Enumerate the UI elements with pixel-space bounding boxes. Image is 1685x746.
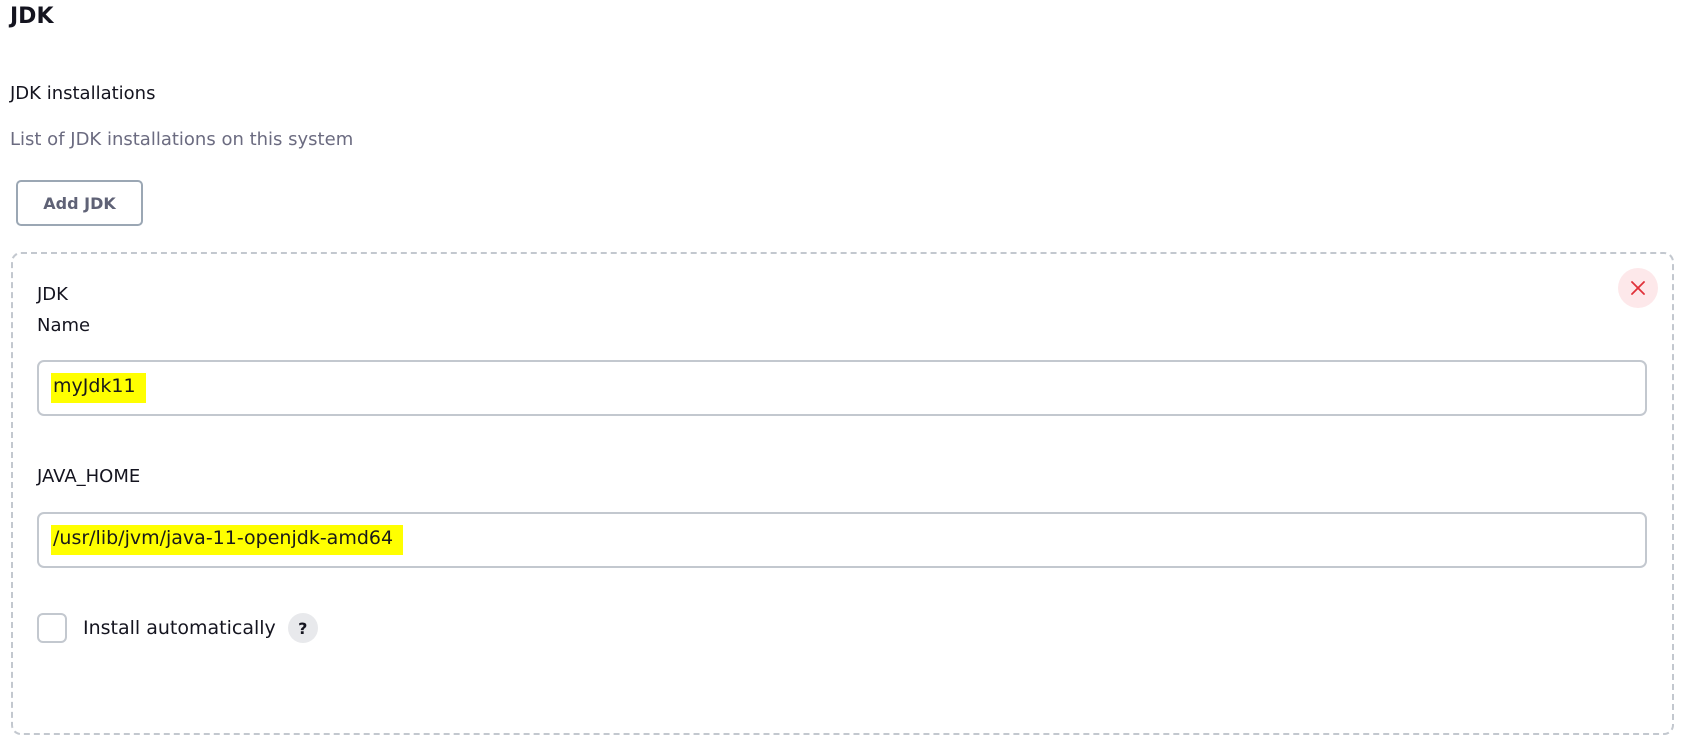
jdk-entry-heading: JDK — [37, 284, 68, 305]
close-icon — [1631, 281, 1645, 295]
install-automatically-label[interactable]: Install automatically — [83, 617, 276, 639]
jdk-installation-panel: JDK Name myJdk11 JAVA_HOME /usr/lib/jvm/… — [11, 252, 1674, 735]
jdk-name-input[interactable]: myJdk11 — [37, 360, 1647, 416]
install-automatically-checkbox[interactable] — [37, 613, 67, 643]
java-home-input[interactable]: /usr/lib/jvm/java-11-openjdk-amd64 — [37, 512, 1647, 568]
help-icon[interactable]: ? — [287, 613, 318, 643]
jdk-installations-description: List of JDK installations on this system — [10, 129, 354, 150]
jdk-name-value: myJdk11 — [51, 373, 146, 403]
java-home-value: /usr/lib/jvm/java-11-openjdk-amd64 — [51, 525, 404, 555]
java-home-label: JAVA_HOME — [37, 466, 141, 487]
delete-jdk-button[interactable] — [1618, 268, 1658, 308]
install-automatically-row: Install automatically ? — [37, 611, 318, 645]
jdk-name-label: Name — [37, 315, 91, 336]
add-jdk-button[interactable]: Add JDK — [16, 180, 143, 226]
section-title: JDK — [10, 4, 54, 29]
jdk-installations-label: JDK installations — [10, 83, 156, 104]
